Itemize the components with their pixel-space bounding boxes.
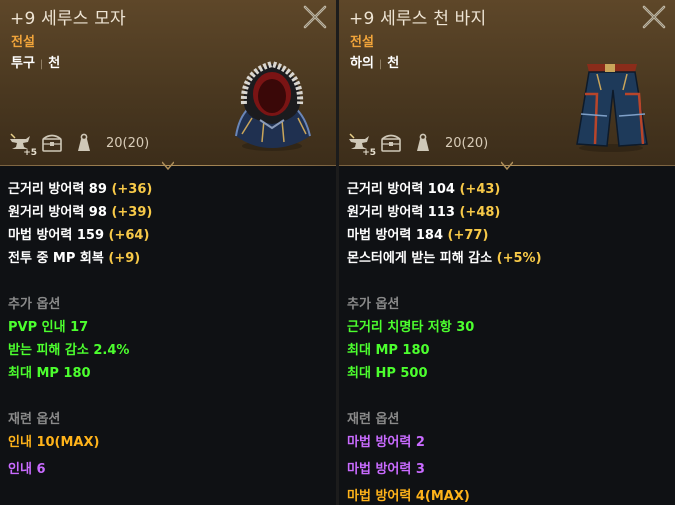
stat-line: 전투 중 MP 회복 (+9) <box>8 251 141 266</box>
stat-line: 마법 방어력 159 (+64) <box>8 228 150 243</box>
item-slot: 하의 <box>350 56 374 71</box>
extra-options-header: 추가 옵션 <box>8 297 61 312</box>
item-type: 하의 | 천 <box>350 52 399 71</box>
stat-line: 원거리 방어력 98 (+39) <box>8 205 153 220</box>
hood-item-image <box>228 54 316 152</box>
item-title: +9 세루스 천 바지 <box>349 9 487 29</box>
item-slot: 투구 <box>11 56 35 71</box>
weight-icon <box>411 131 435 155</box>
refine-option: 인내 6 <box>8 462 46 477</box>
tooltip-header: +9 세루스 모자 전설 투구 | 천 +5 20(20) <box>0 0 336 166</box>
header-divider-ornament <box>162 161 174 171</box>
extra-option: 최대 HP 500 <box>347 366 428 381</box>
item-material: 천 <box>387 56 400 71</box>
chest-storage-icon <box>379 131 403 155</box>
close-icon[interactable] <box>641 4 667 30</box>
type-separator: | <box>378 59 383 70</box>
anvil-enhance-icon: +5 <box>8 131 37 158</box>
item-tooltip-hood: +9 세루스 모자 전설 투구 | 천 +5 20(20) 근거리 방어력 89… <box>0 0 336 505</box>
refine-options-header: 재련 옵션 <box>347 412 400 427</box>
extra-option: 근거리 치명타 저항 30 <box>347 320 475 335</box>
item-weight: 20(20) <box>106 135 150 151</box>
item-grade: 전설 <box>11 35 35 50</box>
item-tooltip-pants: +9 세루스 천 바지 전설 하의 | 천 +5 20(20) 근거리 방어력 … <box>339 0 675 505</box>
item-grade: 전설 <box>350 35 374 50</box>
tooltip-header: +9 세루스 천 바지 전설 하의 | 천 +5 20(20) <box>339 0 675 166</box>
stat-line: 근거리 방어력 104 (+43) <box>347 182 501 197</box>
enhance-level: +5 <box>362 148 376 158</box>
pants-item-image <box>567 54 655 152</box>
anvil-enhance-icon: +5 <box>347 131 376 158</box>
extra-options-header: 추가 옵션 <box>347 297 400 312</box>
refine-options-header: 재련 옵션 <box>8 412 61 427</box>
extra-option: PVP 인내 17 <box>8 320 89 335</box>
tooltip-body: 근거리 방어력 89 (+36) 원거리 방어력 98 (+39) 마법 방어력… <box>8 178 328 481</box>
stat-line: 마법 방어력 184 (+77) <box>347 228 489 243</box>
stat-line: 원거리 방어력 113 (+48) <box>347 205 501 220</box>
item-title: +9 세루스 모자 <box>10 9 126 29</box>
weight-icon <box>72 131 96 155</box>
type-separator: | <box>39 59 44 70</box>
item-weight: 20(20) <box>445 135 489 151</box>
extra-option: 최대 MP 180 <box>347 343 430 358</box>
stat-line: 몬스터에게 받는 피해 감소 (+5%) <box>347 251 542 266</box>
refine-option: 마법 방어력 2 <box>347 435 425 450</box>
enhance-level: +5 <box>23 148 37 158</box>
close-icon[interactable] <box>302 4 328 30</box>
header-divider-ornament <box>501 161 513 171</box>
extra-option: 최대 MP 180 <box>8 366 91 381</box>
item-info-row: +5 20(20) <box>347 128 488 158</box>
item-material: 천 <box>48 56 61 71</box>
item-info-row: +5 20(20) <box>8 128 149 158</box>
extra-option: 받는 피해 감소 2.4% <box>8 343 130 358</box>
stat-line: 근거리 방어력 89 (+36) <box>8 182 153 197</box>
refine-option: 인내 10(MAX) <box>8 435 100 450</box>
chest-storage-icon <box>40 131 64 155</box>
item-type: 투구 | 천 <box>11 52 60 71</box>
refine-option: 마법 방어력 4(MAX) <box>347 489 470 504</box>
refine-option: 마법 방어력 3 <box>347 462 425 477</box>
tooltip-body: 근거리 방어력 104 (+43) 원거리 방어력 113 (+48) 마법 방… <box>347 178 667 505</box>
